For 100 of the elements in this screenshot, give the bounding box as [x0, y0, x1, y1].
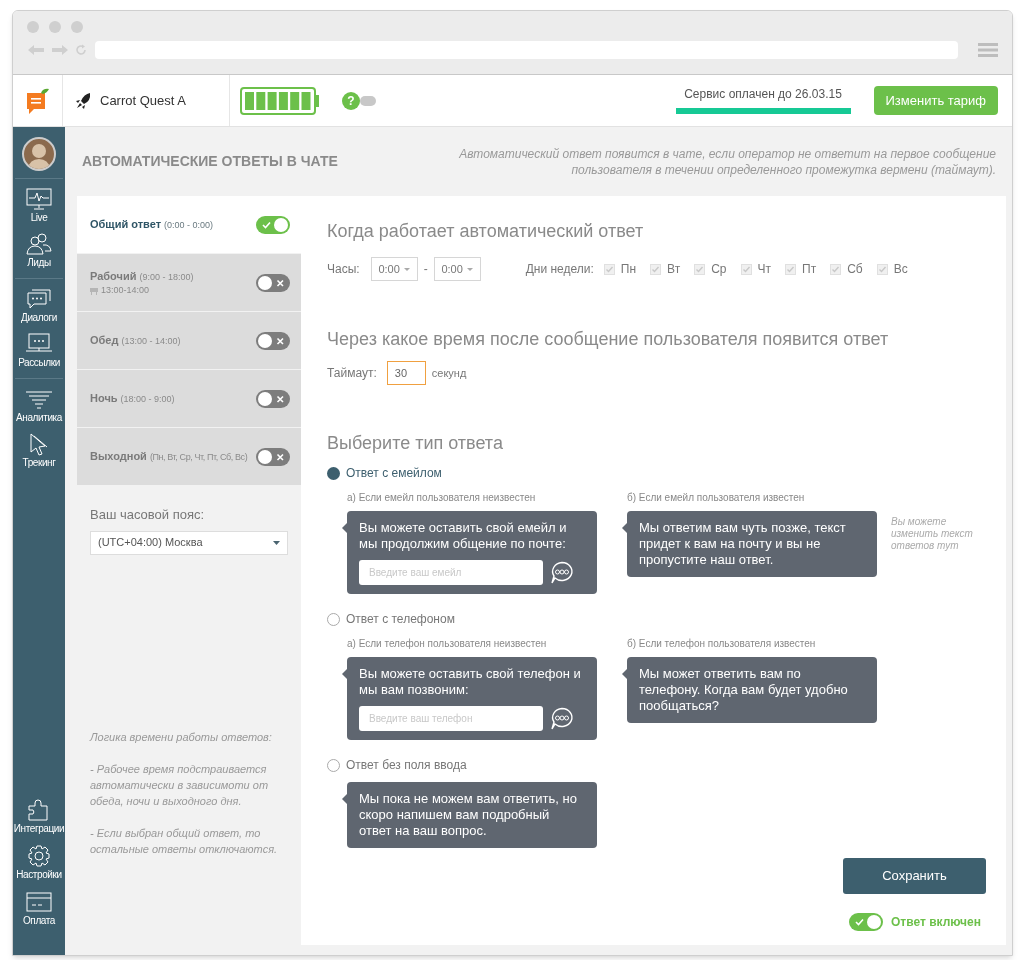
rocket-icon: [75, 92, 91, 109]
toggle-switch[interactable]: [256, 447, 290, 466]
checkbox[interactable]: [603, 263, 615, 275]
nav-item[interactable]: Лиды: [27, 256, 51, 270]
toggle-switch[interactable]: [360, 95, 376, 106]
section-title: Выберите тип ответа: [327, 432, 504, 455]
nav-item[interactable]: Live: [30, 211, 48, 225]
help-note: Логика времени работы ответов:: [90, 730, 273, 745]
nav-item[interactable]: Настройки: [16, 868, 62, 882]
close-icon: [275, 451, 286, 462]
save-button[interactable]: Сохранить: [843, 858, 986, 894]
time-select[interactable]: 0:00: [433, 257, 481, 281]
nav-item[interactable]: Трекинг: [22, 456, 56, 470]
caret-icon: [403, 267, 410, 271]
chat-icon: [550, 560, 574, 585]
help-note: - Если выбран общий ответ, то остальные ответы отключаются.: [90, 826, 279, 857]
side-note: Вы можете изменить текст ответов тут: [891, 516, 974, 553]
day-label: Пн: [620, 261, 637, 278]
option-label[interactable]: Ответ с емейлом: [346, 464, 442, 482]
toggle-switch[interactable]: [256, 389, 290, 408]
check-icon: [261, 219, 272, 230]
option-label[interactable]: Ответ без поля ввода: [346, 756, 467, 774]
radio-button[interactable]: [327, 466, 340, 480]
back-icon[interactable]: [27, 44, 45, 56]
schedule-hours: (13:00 - 14:00): [121, 335, 181, 349]
days-label: Дни недели:: [525, 261, 594, 278]
schedule-name: Ночь: [90, 391, 118, 407]
page-title: АВТОМАТИЧЕСКИЕ ОТВЕТЫ В ЧАТЕ: [82, 152, 338, 171]
settings-icon: [25, 844, 53, 868]
page-description: Автоматический ответ появится в чате, если оператор не ответит на первое сообщение пользователя в течении определенного промежутка вермени (таймаут).: [458, 145, 996, 178]
checkbox[interactable]: [830, 263, 842, 275]
schedule-name: Обед: [90, 333, 119, 349]
reload-icon[interactable]: [75, 44, 87, 56]
section-title: Через какое время после сообщение пользователя появится ответ: [327, 328, 890, 351]
forward-icon[interactable]: [51, 44, 69, 56]
nav-item[interactable]: Аналитика: [16, 411, 62, 425]
bubble-message: Мы ответим вам чуть позже, текст придет к вам на почту и вы не пропустите наш ответ.: [639, 520, 847, 568]
menu-icon[interactable]: [978, 42, 998, 58]
bubble-message: Вы можете оставить свой емейл и мы продолжим общение по почте:: [359, 520, 568, 552]
bubble-message: Мы может ответить вам по телефону. Когда вам будет удобно пообщаться?: [639, 666, 849, 714]
timezone-label: Ваш часовой пояс:: [90, 506, 206, 524]
schedule-hours: (0:00 - 0:00): [164, 219, 214, 233]
nav-item[interactable]: Оплата: [23, 914, 55, 928]
schedule-hours: (9:00 - 18:00): [139, 270, 194, 284]
time-select[interactable]: 0:00: [370, 257, 418, 281]
timeout-unit: секунд: [431, 365, 467, 381]
card-icon: [25, 890, 53, 914]
monitor-icon: [25, 187, 53, 211]
checkbox[interactable]: [650, 263, 662, 275]
section-title: Когда работает автоматический ответ: [327, 220, 645, 243]
day-label: Вт: [667, 261, 681, 278]
payment-status: Сервис оплачен до 26.03.15: [684, 87, 842, 100]
schedule-hours: (18:00 - 9:00): [120, 393, 175, 407]
schedule-item[interactable]: Общий ответ (0:00 - 0:00): [77, 196, 301, 253]
avatar[interactable]: [22, 137, 56, 171]
schedule-note: 13:00-14:00: [101, 284, 150, 297]
schedule-name: Выходной: [90, 449, 147, 465]
people-icon: [25, 232, 53, 256]
checkbox[interactable]: [876, 263, 888, 275]
hours-label: Часы:: [327, 261, 360, 278]
battery-icon: [240, 86, 320, 115]
chat-icon: [25, 287, 53, 311]
option-label[interactable]: Ответ с телефоном: [346, 610, 455, 628]
schedule-name: Общий ответ: [90, 217, 162, 233]
bubble-message: Вы можете оставить свой телефон и мы вам позвоним:: [359, 666, 582, 698]
bubble-message: Мы пока не можем вам ответить, но скоро напишем вам подробный ответ на ваш вопрос.: [359, 791, 578, 839]
schedule-hours: (Пн, Вт, Ср, Чт, Пт, Сб, Вс): [149, 451, 248, 465]
case-caption: б) Если телефон пользователя известен: [627, 637, 817, 651]
nav-item[interactable]: Диалоги: [21, 311, 57, 325]
nav-item[interactable]: Интеграции: [13, 822, 65, 836]
radio-button[interactable]: [327, 758, 340, 772]
logo-icon: [24, 86, 51, 115]
close-icon: [275, 277, 286, 288]
timeout-field[interactable]: 30: [386, 361, 426, 385]
day-label: Вс: [893, 261, 908, 278]
day-label: Ср: [711, 261, 727, 278]
help-note: - Рабочее время подстраивается автоматически в зависимоти от обеда, ночи и выходного дня.: [90, 762, 270, 809]
case-caption: а) Если емейл пользователя неизвестен: [347, 491, 537, 505]
project-name[interactable]: Carrot Quest A: [100, 90, 186, 111]
nav-item[interactable]: Рассылки: [18, 356, 60, 370]
timezone-select[interactable]: (UTC+04:00) Москва: [90, 530, 288, 555]
day-label: Пт: [802, 261, 817, 278]
toggle-switch[interactable]: [256, 331, 290, 350]
caret-icon: [273, 540, 280, 545]
chat-icon: [550, 706, 574, 731]
table-icon: [90, 286, 98, 295]
schedule-name: Рабочий: [90, 268, 137, 284]
radio-button[interactable]: [327, 612, 340, 626]
toggle-switch[interactable]: [256, 273, 290, 292]
close-icon: [275, 393, 286, 404]
checkbox[interactable]: [740, 263, 752, 275]
checkbox[interactable]: [785, 263, 796, 275]
toggle-switch[interactable]: [256, 215, 290, 234]
toggle-label: Ответ включен: [891, 914, 981, 931]
check-icon: [854, 917, 865, 927]
time-separator: -: [423, 261, 428, 278]
checkbox[interactable]: [694, 263, 706, 275]
case-caption: а) Если телефон пользователя неизвестен: [347, 637, 548, 651]
caret-icon: [466, 267, 473, 271]
toggle-switch[interactable]: [849, 913, 883, 931]
